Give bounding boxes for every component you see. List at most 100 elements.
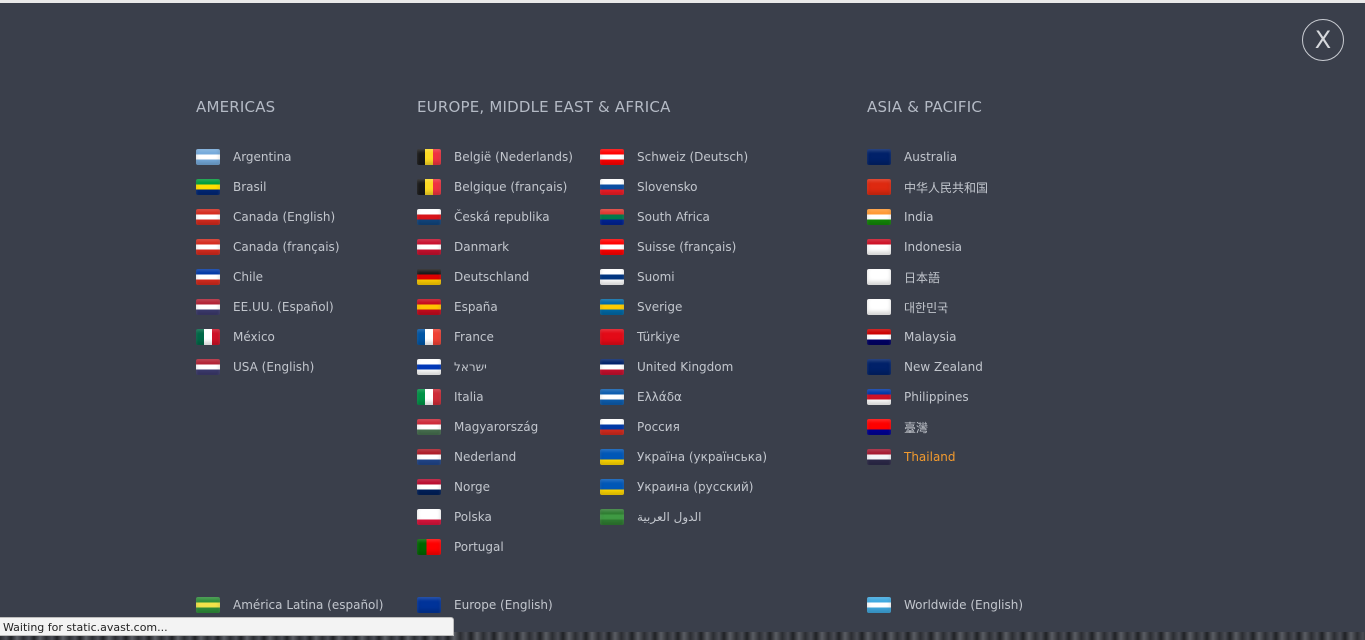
country-link[interactable]: América Latina (español) (196, 590, 383, 620)
sweden-flag-icon (600, 299, 624, 315)
country-label: Canada (English) (233, 210, 336, 224)
norway-flag-icon (417, 479, 441, 495)
australia-flag-icon (867, 149, 891, 165)
country-link[interactable]: New Zealand (867, 352, 988, 382)
country-label: 中华人民共和国 (904, 180, 989, 195)
country-link[interactable]: India (867, 202, 988, 232)
israel-flag-icon (417, 359, 441, 375)
country-link[interactable]: Polska (417, 502, 573, 532)
country-link[interactable]: Slovensko (600, 172, 767, 202)
country-link[interactable]: Suisse (français) (600, 232, 767, 262)
country-label: Nederland (454, 450, 517, 464)
country-label: 臺灣 (904, 420, 929, 435)
ukraine-flag-icon (600, 479, 624, 495)
country-link[interactable]: Sverige (600, 292, 767, 322)
country-link[interactable]: Belgique (français) (417, 172, 573, 202)
country-link[interactable]: Deutschland (417, 262, 573, 292)
country-link[interactable]: Indonesia (867, 232, 988, 262)
country-link[interactable]: EE.UU. (Español) (196, 292, 340, 322)
country-label: New Zealand (904, 360, 983, 374)
country-label: Україна (українська) (637, 450, 768, 464)
country-label: Canada (français) (233, 240, 340, 254)
czech-flag-icon (417, 209, 441, 225)
close-button[interactable]: X (1302, 19, 1344, 61)
country-link[interactable]: Suomi (600, 262, 767, 292)
country-link[interactable]: Россия (600, 412, 767, 442)
country-link[interactable]: Magyarország (417, 412, 573, 442)
country-link[interactable]: USA (English) (196, 352, 340, 382)
country-label: EE.UU. (Español) (233, 300, 334, 314)
country-link[interactable]: Türkiye (600, 322, 767, 352)
country-link[interactable]: الدول العربية (600, 502, 767, 532)
country-label: Argentina (233, 150, 292, 164)
country-label: Norge (454, 480, 491, 494)
country-label: Suomi (637, 270, 675, 284)
malaysia-flag-icon (867, 329, 891, 345)
country-link[interactable]: België (Nederlands) (417, 142, 573, 172)
japan-flag-icon (867, 269, 891, 285)
footer-latin-america: América Latina (español) (196, 590, 383, 620)
country-label: América Latina (español) (233, 598, 384, 612)
country-label: Slovensko (637, 180, 698, 194)
country-link[interactable]: 대한민국 (867, 292, 988, 322)
browser-top-edge (0, 0, 1365, 3)
arab-league-flag-icon (600, 509, 624, 525)
country-link[interactable]: Argentina (196, 142, 340, 172)
country-link[interactable]: Canada (français) (196, 232, 340, 262)
country-link[interactable]: Europe (English) (417, 590, 553, 620)
country-label: Worldwide (English) (904, 598, 1024, 612)
hungary-flag-icon (417, 419, 441, 435)
country-link[interactable]: ישראל (417, 352, 573, 382)
country-link[interactable]: Schweiz (Deutsch) (600, 142, 767, 172)
finland-flag-icon (600, 269, 624, 285)
country-link[interactable]: Worldwide (English) (867, 590, 1023, 620)
country-link[interactable]: Brasil (196, 172, 340, 202)
korea-flag-icon (867, 299, 891, 315)
country-label: België (Nederlands) (454, 150, 573, 164)
country-link[interactable]: México (196, 322, 340, 352)
country-link[interactable]: Chile (196, 262, 340, 292)
usa-flag-icon (196, 359, 220, 375)
country-link[interactable]: Thailand (867, 442, 988, 472)
country-link[interactable]: United Kingdom (600, 352, 767, 382)
country-label: Украина (русский) (637, 480, 754, 494)
country-link[interactable]: España (417, 292, 573, 322)
france-flag-icon (417, 329, 441, 345)
country-link[interactable]: Украина (русский) (600, 472, 767, 502)
netherlands-flag-icon (417, 449, 441, 465)
country-link[interactable]: Nederland (417, 442, 573, 472)
taiwan-flag-icon (867, 419, 891, 435)
country-label: ישראל (454, 360, 487, 374)
country-label: Sverige (637, 300, 683, 314)
ukraine-flag-icon (600, 449, 624, 465)
mexico-flag-icon (196, 329, 220, 345)
country-link[interactable]: Italia (417, 382, 573, 412)
country-link[interactable]: Ελλάδα (600, 382, 767, 412)
country-link[interactable]: Norge (417, 472, 573, 502)
country-link[interactable]: Philippines (867, 382, 988, 412)
china-flag-icon (867, 179, 891, 195)
country-label: Schweiz (Deutsch) (637, 150, 749, 164)
country-link[interactable]: 日本語 (867, 262, 988, 292)
country-link[interactable]: Danmark (417, 232, 573, 262)
country-link[interactable]: South Africa (600, 202, 767, 232)
country-link[interactable]: France (417, 322, 573, 352)
germany-flag-icon (417, 269, 441, 285)
country-link[interactable]: Canada (English) (196, 202, 340, 232)
spain-flag-icon (417, 299, 441, 315)
country-label: España (454, 300, 498, 314)
country-link[interactable]: Malaysia (867, 322, 988, 352)
country-label: Ελλάδα (637, 390, 682, 404)
country-link[interactable]: Україна (українська) (600, 442, 767, 472)
uk-flag-icon (600, 359, 624, 375)
country-link[interactable]: Česká republika (417, 202, 573, 232)
country-link[interactable]: 臺灣 (867, 412, 988, 442)
canada-flag-icon (196, 209, 220, 225)
country-link[interactable]: Australia (867, 142, 988, 172)
emea-country-list-left: België (Nederlands) Belgique (français) Če… (417, 142, 573, 562)
philippines-flag-icon (867, 389, 891, 405)
country-label: Česká republika (454, 210, 550, 224)
country-link[interactable]: 中华人民共和国 (867, 172, 988, 202)
country-label: Chile (233, 270, 264, 284)
country-link[interactable]: Portugal (417, 532, 573, 562)
